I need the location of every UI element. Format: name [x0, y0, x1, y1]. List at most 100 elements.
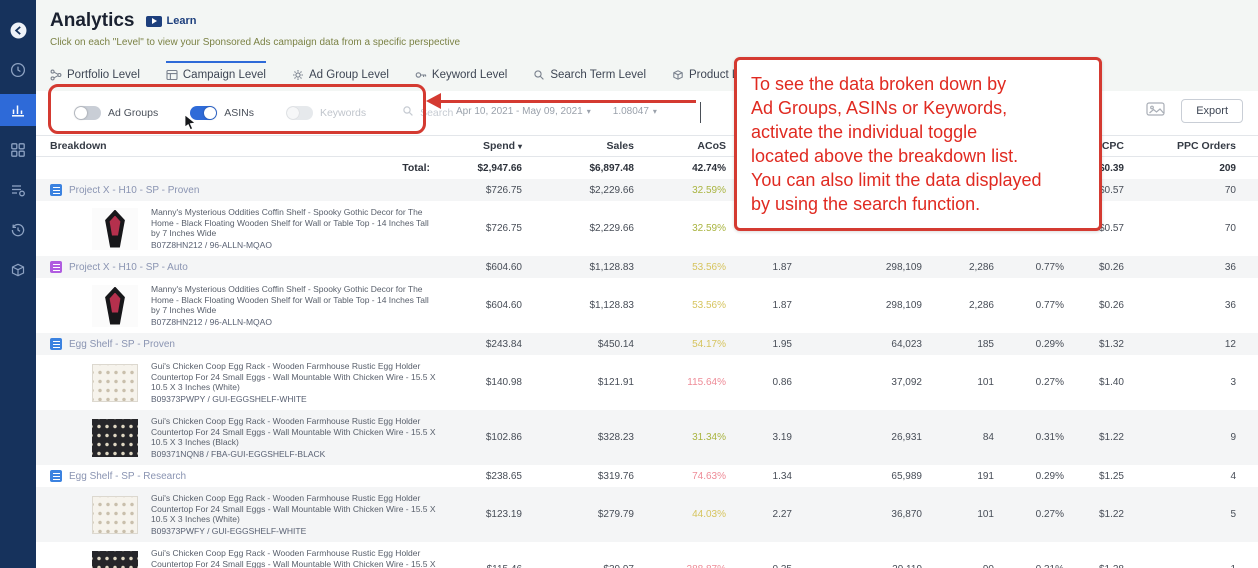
- tab-label: Portfolio Level: [67, 69, 140, 81]
- cell-spend: $123.19: [485, 509, 522, 520]
- cell-clicks: 101: [977, 509, 994, 520]
- cell-roas: 1.34: [772, 470, 792, 482]
- campaign-name-link[interactable]: Project X - H10 - SP - Auto: [69, 262, 188, 273]
- cell-sales: $121.91: [597, 377, 634, 388]
- cell-roas: 1.87: [772, 261, 792, 273]
- learn-link[interactable]: Learn: [146, 15, 196, 27]
- ad-groups-toggle-label: Ad Groups: [108, 107, 159, 119]
- cell-clicks: 2,286: [968, 300, 994, 311]
- tab-ad-group-level[interactable]: Ad Group Level: [292, 61, 389, 81]
- gear-icon: [292, 69, 304, 81]
- annotation-line: activate the individual toggle: [751, 122, 978, 142]
- ad-groups-toggle[interactable]: [74, 106, 101, 120]
- product-image-eggblack: [92, 550, 138, 568]
- box-icon: [672, 69, 684, 81]
- table-row-product: Gui's Chicken Coop Egg Rack - Wooden Far…: [36, 542, 1258, 568]
- campaign-name-link[interactable]: Egg Shelf - SP - Research: [69, 471, 186, 482]
- column-header-acos[interactable]: ACoS: [634, 140, 726, 152]
- product-image-eggblack: [92, 418, 138, 457]
- table-row-product: Gui's Chicken Coop Egg Rack - Wooden Far…: [36, 355, 1258, 410]
- cell-ctr: 0.29%: [1035, 470, 1064, 482]
- cell-orders: 9: [1230, 432, 1236, 443]
- tab-campaign-level[interactable]: Campaign Level: [165, 61, 266, 81]
- tab-keyword-level[interactable]: Keyword Level: [415, 61, 507, 81]
- sidebar-item-clock[interactable]: [0, 54, 36, 86]
- campaign-name-link[interactable]: Project X - H10 - SP - Proven: [69, 185, 199, 196]
- main-content: Analytics Learn Click on each "Level" to…: [36, 0, 1258, 568]
- product-asin-sku: B07Z8HN212 / 96-ALLN-MQAO: [151, 239, 272, 250]
- export-button[interactable]: Export: [1181, 99, 1243, 123]
- product-asin-sku: B09373PWPY / GUI-EGGSHELF-WHITE: [151, 393, 307, 404]
- cell-impressions: 26,931: [891, 432, 922, 443]
- tab-search-term-level[interactable]: Search Term Level: [533, 61, 646, 81]
- keywords-toggle[interactable]: [285, 106, 313, 120]
- cell-clicks: 101: [977, 377, 994, 388]
- sidebar-item-history[interactable]: [0, 214, 36, 246]
- column-header-spend[interactable]: Spend ▾: [436, 140, 522, 152]
- product-asin-sku: B07Z8HN212 / 96-ALLN-MQAO: [151, 316, 272, 327]
- cell-clicks: 84: [982, 432, 994, 443]
- table-row-product: Gui's Chicken Coop Egg Rack - Wooden Far…: [36, 410, 1258, 465]
- cell-ctr: 0.77%: [1035, 300, 1064, 311]
- column-header-ppc-orders[interactable]: PPC Orders: [1124, 140, 1236, 152]
- cell-impressions: 64,023: [891, 338, 922, 350]
- tab-label: Ad Group Level: [308, 69, 389, 81]
- analytics-chart-icon: [10, 102, 26, 118]
- currency-rate-select[interactable]: 1.08047 ▾: [613, 106, 657, 117]
- cell-orders: 5: [1230, 509, 1236, 520]
- cell-acos: 115.64%: [687, 377, 726, 388]
- cell-sales: $319.76: [597, 470, 634, 482]
- cell-orders: 12: [1224, 338, 1236, 350]
- keywords-toggle-label: Keywords: [319, 107, 367, 119]
- sidebar-item-products[interactable]: [0, 254, 36, 286]
- image-card-icon[interactable]: [1146, 101, 1165, 122]
- cell-spend: $604.60: [485, 261, 522, 273]
- cell-clicks: 185: [977, 338, 994, 350]
- cell-spend: $115.46: [436, 564, 522, 568]
- history-icon: [10, 222, 26, 238]
- tab-label: Search Term Level: [550, 69, 647, 81]
- cell-acos: 31.34%: [692, 432, 726, 443]
- learn-label: Learn: [166, 15, 197, 27]
- cell-sales: $450.14: [597, 338, 634, 350]
- cell-cpc: $1.22: [1098, 509, 1124, 520]
- chevron-down-icon: ▾: [586, 107, 591, 116]
- cell-acos: 32.59%: [692, 184, 726, 196]
- cell-orders: 36: [1224, 261, 1236, 273]
- cell-roas: 2.27: [772, 509, 792, 520]
- tab-portfolio-level[interactable]: Portfolio Level: [50, 61, 140, 81]
- date-range-value: Apr 10, 2021 - May 09, 2021: [456, 106, 583, 117]
- learn-video-icon: [146, 15, 163, 27]
- sidebar-item-back[interactable]: [0, 14, 36, 46]
- sidebar-item-dashboard[interactable]: [0, 134, 36, 166]
- sidebar-item-rules[interactable]: [0, 174, 36, 206]
- cell-cpc: $1.40: [1098, 377, 1124, 388]
- product-title: Gui's Chicken Coop Egg Rack - Wooden Far…: [151, 361, 436, 392]
- product-asin-sku: B09373PWFY / GUI-EGGSHELF-WHITE: [151, 525, 307, 536]
- product-image-eggwhite: [92, 363, 138, 402]
- cell-acos: 44.03%: [692, 509, 726, 520]
- campaign-list-icon: [166, 69, 178, 81]
- column-header-sales[interactable]: Sales: [522, 140, 634, 152]
- total-ppc-orders: 209: [1219, 162, 1236, 174]
- total-label: Total:: [402, 162, 430, 174]
- cell-spend: $102.86: [485, 432, 522, 443]
- cell-ctr: 0.31%: [994, 564, 1064, 568]
- cell-impressions: 29,119: [792, 564, 922, 568]
- total-spend: $2,947.66: [477, 162, 523, 174]
- cell-acos: 53.56%: [692, 300, 726, 311]
- cell-acos: 74.63%: [692, 470, 726, 482]
- cell-impressions: 298,109: [885, 261, 922, 273]
- sidebar-item-analytics[interactable]: [0, 94, 36, 126]
- cell-acos: 53.56%: [692, 261, 726, 273]
- campaign-name-link[interactable]: Egg Shelf - SP - Proven: [69, 339, 175, 350]
- cell-acos: 32.59%: [692, 223, 726, 234]
- grid-icon: [10, 142, 26, 158]
- page-subtitle: Click on each "Level" to view your Spons…: [50, 37, 461, 48]
- date-range-picker[interactable]: Apr 10, 2021 - May 09, 2021 ▾: [456, 106, 591, 117]
- tab-label: Keyword Level: [431, 69, 508, 81]
- annotation-arrow-shaft: [440, 100, 696, 103]
- column-header-breakdown[interactable]: Breakdown: [50, 140, 436, 152]
- tab-label: Campaign Level: [182, 69, 266, 81]
- portfolio-icon: [50, 69, 62, 81]
